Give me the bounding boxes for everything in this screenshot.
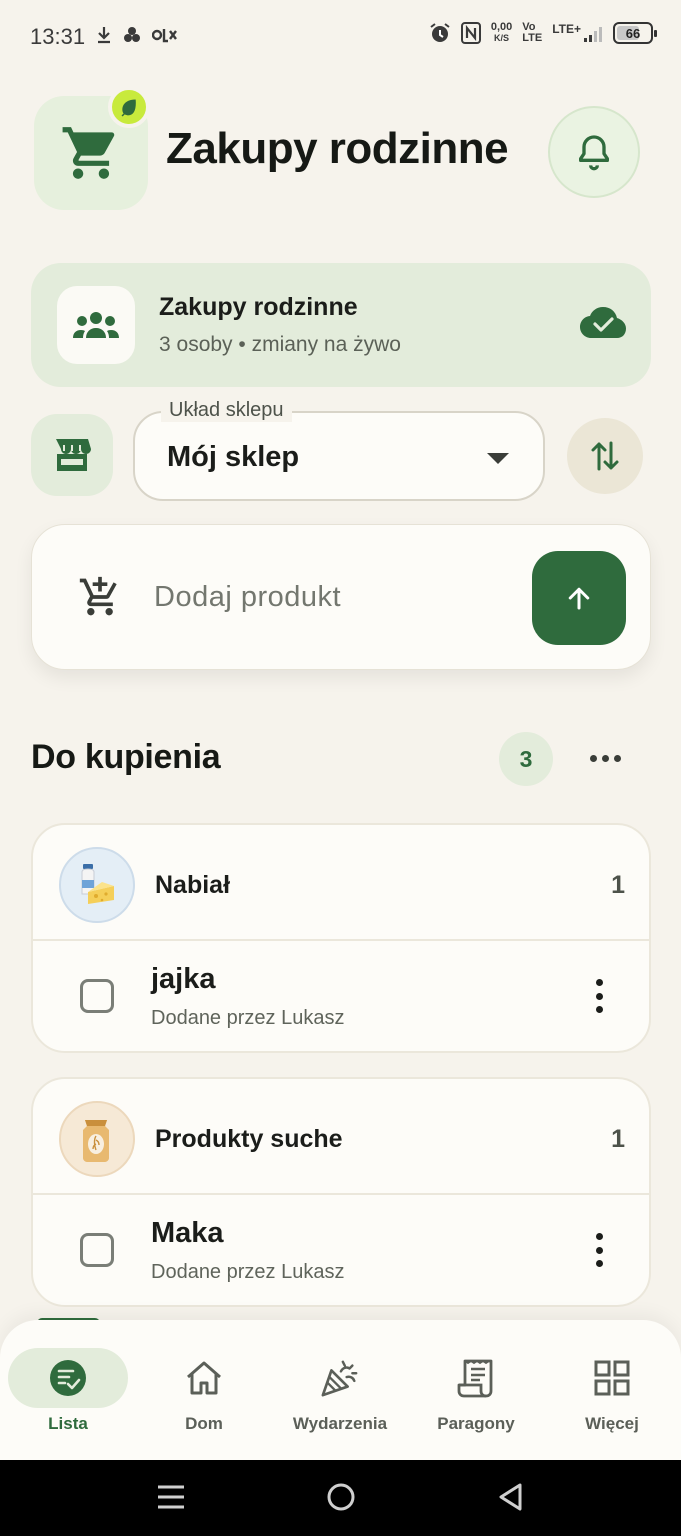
recent-apps-icon[interactable] [156,1482,186,1512]
milk-cheese-icon [81,864,114,904]
leaf-icon [121,99,136,117]
group-avatar [57,286,135,364]
item-checkbox[interactable] [80,1233,114,1267]
system-navigation-bar [0,1460,681,1536]
bell-icon [579,135,609,171]
storefront-icon [56,439,91,471]
item-menu-button[interactable] [593,979,605,1013]
item-added-by: Dodane przez Lukasz [151,1007,345,1029]
add-product-placeholder: Dodaj produkt [154,581,342,613]
people-icon [73,312,119,338]
flour-bag-icon [83,1120,109,1162]
section-count-badge: 3 [499,732,553,786]
category-header[interactable]: Produkty suche 1 [33,1079,649,1195]
item-menu-button[interactable] [593,1233,605,1267]
group-name: Zakupy rodzinne [159,293,358,321]
home-icon [184,1358,224,1398]
category-count: 1 [611,1125,625,1153]
item-name: Maka [151,1217,224,1249]
list-item[interactable]: jajka Dodane przez Lukasz [33,941,649,1051]
category-card-dairy: Nabiał 1 jajka Dodane przez Lukasz [31,823,651,1053]
store-button[interactable] [31,414,113,496]
group-subtitle: 3 osoby • zmiany na żywo [159,333,401,356]
item-name: jajka [151,963,216,995]
leaf-badge [108,86,150,128]
network-speed: 0,00 K/S [490,21,513,44]
party-popper-icon [320,1358,360,1398]
back-icon[interactable] [496,1482,526,1512]
category-count: 1 [611,871,625,899]
nav-item-lista[interactable]: Lista [0,1320,136,1460]
category-name: Produkty suche [155,1125,343,1153]
add-product-submit-button[interactable] [532,551,626,645]
store-layout-select[interactable]: Układ sklepu Mój sklep [133,399,545,501]
notifications-button[interactable] [548,106,640,198]
nav-label: Paragony [437,1414,515,1433]
status-right-icons: 0,00 K/S Vo LTE LTE+ 66 [429,21,657,44]
dropdown-caret-icon [487,453,509,464]
dry-goods-category-icon [59,1101,135,1177]
cloud-synced-icon [580,307,626,338]
battery-icon: 66 [613,22,657,44]
store-layout-value: Mój sklep [167,441,300,473]
sort-arrows-icon [591,441,619,471]
arrow-up-icon [568,587,590,610]
nav-item-paragony[interactable]: Paragony [408,1320,544,1460]
item-checkbox[interactable] [80,979,114,1013]
nav-label: Lista [48,1414,88,1433]
bottom-navigation: Lista Dom Wydarzenia Paragony Więcej [0,1320,681,1460]
add-product-field[interactable]: Dodaj produkt [31,524,651,670]
page-title: Zakupy rodzinne [166,124,509,173]
group-card[interactable]: Zakupy rodzinne 3 osoby • zmiany na żywo [31,263,651,387]
app-notification-icon [124,27,140,42]
alarm-icon [430,23,450,42]
nav-item-wydarzenia[interactable]: Wydarzenia [272,1320,408,1460]
category-name: Nabiał [155,871,231,899]
list-check-icon [48,1358,88,1398]
nav-label: Wydarzenia [292,1414,388,1433]
download-icon [98,27,110,44]
grid-icon [592,1358,632,1398]
nav-item-dom[interactable]: Dom [136,1320,272,1460]
nfc-icon [460,22,481,44]
sort-button[interactable] [567,418,643,494]
shopping-cart-icon [62,127,115,179]
nav-label: Więcej [585,1414,639,1433]
volte-indicator: Vo LTE [522,21,543,44]
more-options-button[interactable] [582,740,628,776]
status-time: 13:31 [30,24,86,49]
category-card-dry-goods: Produkty suche 1 Maka Dodane przez Lukas… [31,1077,651,1307]
home-circle-icon[interactable] [326,1482,356,1512]
lte-indicator: LTE+ [552,23,603,43]
nav-label: Dom [185,1414,223,1433]
store-layout-label: Układ sklepu [161,399,292,422]
section-title: Do kupienia [31,738,221,776]
olx-icon [152,29,177,43]
item-added-by: Dodane przez Lukasz [151,1261,345,1283]
status-bar: 13:31 0,00 K/S Vo LTE LTE+ 66 [0,0,681,72]
list-item[interactable]: Maka Dodane przez Lukasz [33,1195,649,1305]
nav-item-wiecej[interactable]: Więcej [544,1320,680,1460]
category-header[interactable]: Nabiał 1 [33,825,649,941]
signal-icon [584,26,602,42]
add-to-cart-icon [79,576,117,616]
receipt-icon [456,1358,496,1398]
status-left-icons [96,26,178,44]
dairy-category-icon [59,847,135,923]
